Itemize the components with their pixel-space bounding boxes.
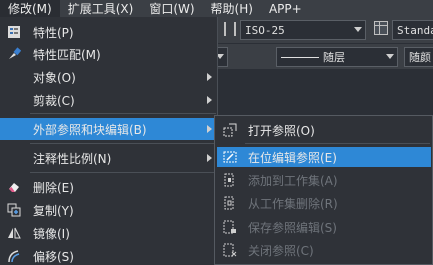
dimstyle-select[interactable]: ISO-25 bbox=[240, 20, 366, 40]
offset-icon bbox=[8, 250, 20, 263]
menu-bar: 修改(M) 扩展工具(X) 窗口(W) 帮助(H) APP+ bbox=[0, 0, 433, 17]
properties-icon bbox=[8, 26, 20, 38]
dimstyle-icon bbox=[224, 22, 236, 36]
chevron-down-icon bbox=[386, 54, 394, 59]
submenu-item-label: 打开参照(O) bbox=[248, 124, 315, 138]
lineweight-select[interactable]: 随颜 bbox=[404, 47, 433, 67]
submenu-item-label: 在位编辑参照(E) bbox=[248, 151, 337, 165]
submenu-item-close-reference[interactable]: 关闭参照(C) bbox=[217, 240, 431, 260]
chevron-down-icon bbox=[354, 27, 362, 32]
menu-item-label: 注释性比例(N) bbox=[33, 152, 112, 166]
copy-icon bbox=[7, 203, 21, 217]
menu-separator bbox=[30, 172, 216, 173]
menu-item-label: 偏移(S) bbox=[33, 250, 74, 264]
menu-item-label: 镜像(I) bbox=[33, 227, 70, 241]
menu-item-properties[interactable]: 特性(P) bbox=[0, 21, 218, 43]
submenu-item-remove-from-working-set[interactable]: 从工作集删除(R) bbox=[217, 193, 431, 213]
remove-from-working-set-icon bbox=[224, 196, 234, 210]
menu-separator bbox=[245, 143, 430, 144]
menu-extension-tools[interactable]: 扩展工具(X) bbox=[60, 0, 142, 17]
menu-window[interactable]: 窗口(W) bbox=[141, 0, 202, 17]
edit-reference-icon bbox=[223, 151, 237, 163]
menu-item-erase[interactable]: 删除(E) bbox=[0, 176, 218, 198]
erase-icon bbox=[9, 183, 19, 192]
menu-item-xref-block-edit[interactable]: 外部参照和块编辑(B) bbox=[0, 118, 218, 140]
menu-item-match-properties[interactable]: 特性匹配(M) bbox=[0, 43, 218, 65]
menu-item-clip[interactable]: 剪裁(C) bbox=[0, 89, 218, 111]
menu-modify[interactable]: 修改(M) bbox=[0, 0, 60, 17]
submenu-item-label: 保存参照编辑(S) bbox=[248, 221, 337, 235]
dimstyle-value: ISO-25 bbox=[245, 23, 285, 37]
submenu-arrow-icon bbox=[207, 73, 212, 81]
close-reference-icon bbox=[223, 243, 237, 257]
xref-block-edit-submenu: 打开参照(O) 在位编辑参照(E) 添加到工作集(A) 从工作集删除(R) 保存… bbox=[214, 115, 433, 265]
match-properties-icon bbox=[9, 47, 21, 59]
menu-item-label: 对象(O) bbox=[33, 71, 76, 85]
submenu-arrow-icon bbox=[207, 125, 212, 133]
menu-help[interactable]: 帮助(H) bbox=[203, 0, 261, 17]
modify-menu: 特性(P) 特性匹配(M) 对象(O) 剪裁(C) 外部参照和块编辑(B) 注释… bbox=[0, 17, 218, 265]
submenu-item-label: 添加到工作集(A) bbox=[248, 174, 338, 188]
toolbar-row-styles: ISO-25 Standard bbox=[218, 17, 433, 43]
menu-item-label: 复制(Y) bbox=[33, 204, 74, 218]
menu-item-label: 剪裁(C) bbox=[33, 94, 75, 108]
linetype-sample bbox=[281, 56, 319, 58]
lineweight-value: 随颜 bbox=[409, 51, 431, 64]
submenu-item-open-reference[interactable]: 打开参照(O) bbox=[217, 120, 431, 140]
add-to-working-set-icon bbox=[224, 173, 234, 187]
menu-item-offset[interactable]: 偏移(S) bbox=[0, 245, 218, 265]
linetype-select[interactable]: 随层 bbox=[276, 47, 398, 67]
submenu-arrow-icon bbox=[207, 154, 212, 162]
submenu-item-edit-reference-in-place[interactable]: 在位编辑参照(E) bbox=[217, 147, 431, 167]
menu-item-label: 删除(E) bbox=[33, 181, 74, 195]
save-reference-edits-icon bbox=[223, 220, 236, 234]
submenu-item-save-reference-edits[interactable]: 保存参照编辑(S) bbox=[217, 217, 431, 237]
menu-item-label: 特性(P) bbox=[33, 26, 74, 40]
menu-app-plus[interactable]: APP+ bbox=[261, 0, 310, 17]
tablestyle-value: Standard bbox=[397, 23, 433, 37]
menu-item-label: 特性匹配(M) bbox=[33, 48, 101, 62]
menu-item-label: 外部参照和块编辑(B) bbox=[33, 123, 147, 137]
menu-item-annotative-scale[interactable]: 注释性比例(N) bbox=[0, 147, 218, 169]
color-select[interactable] bbox=[216, 47, 228, 67]
submenu-arrow-icon bbox=[207, 96, 212, 104]
properties-toolbar: ISO-25 Standard 随层 随颜 bbox=[216, 17, 433, 69]
menu-item-copy[interactable]: 复制(Y) bbox=[0, 199, 218, 221]
submenu-item-label: 关闭参照(C) bbox=[248, 244, 314, 258]
submenu-item-label: 从工作集删除(R) bbox=[248, 197, 338, 211]
menu-separator bbox=[30, 113, 216, 114]
linetype-value: 随层 bbox=[323, 51, 345, 64]
menu-item-mirror[interactable]: 镜像(I) bbox=[0, 222, 218, 244]
menu-item-object[interactable]: 对象(O) bbox=[0, 66, 218, 88]
open-reference-icon bbox=[223, 123, 237, 137]
toolbar-row-properties: 随层 随颜 bbox=[216, 43, 433, 69]
tablestyle-select[interactable]: Standard bbox=[392, 20, 433, 40]
menu-separator bbox=[30, 143, 216, 144]
table-style-icon bbox=[374, 21, 388, 35]
submenu-item-add-to-working-set[interactable]: 添加到工作集(A) bbox=[217, 170, 431, 190]
mirror-icon bbox=[8, 227, 21, 239]
